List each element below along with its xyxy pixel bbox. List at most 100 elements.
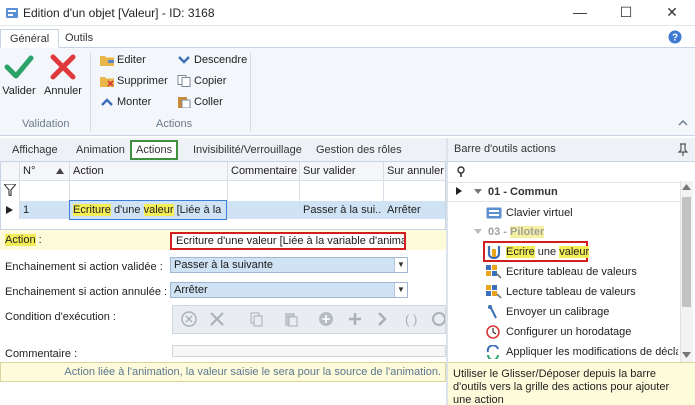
clock-icon <box>486 325 500 339</box>
action-value-field[interactable]: Ecriture d'une valeur [Liée à la variabl… <box>170 232 406 250</box>
chevron-down-icon: ▼ <box>394 258 407 272</box>
move-up-button[interactable]: Monter <box>100 92 151 112</box>
item-label: Lecture tableau de valeurs <box>506 286 636 298</box>
parentheses-icon[interactable]: ( ) <box>405 312 417 327</box>
chevron-down-icon: ▼ <box>394 283 407 297</box>
copy-icon <box>177 75 191 88</box>
row-number: 1 <box>23 204 30 216</box>
toolbox-hint-area: Utiliser le Glisser/Déposer depuis la ba… <box>448 362 695 405</box>
search-icon[interactable] <box>456 166 466 178</box>
col-header-comment[interactable]: Commentaire <box>231 162 297 180</box>
edit-label: Editer <box>117 54 146 66</box>
action-label: Action : <box>5 234 42 246</box>
item-horodatage[interactable]: Configurer un horodatage <box>486 322 631 342</box>
pin-icon[interactable] <box>677 143 689 157</box>
collapse-ribbon-icon[interactable] <box>677 118 689 128</box>
group-commun[interactable]: 01 - Commun <box>488 186 558 198</box>
delete-button[interactable]: Supprimer <box>100 71 168 91</box>
item-clavier-virtuel[interactable]: Clavier virtuel <box>486 203 573 223</box>
row-action[interactable]: Ecriture d'une valeur [Liée à la <box>73 201 225 219</box>
paste-icon <box>178 97 191 109</box>
tab-gestion-roles[interactable]: Gestion des rôles <box>314 140 404 160</box>
close-button[interactable]: ✕ <box>649 0 695 26</box>
chevron-down-icon[interactable] <box>474 229 482 235</box>
copy-icon[interactable] <box>250 312 263 327</box>
ribbon-separator <box>250 52 251 132</box>
chevron-down-icon[interactable] <box>474 189 482 195</box>
maximize-button[interactable]: ☐ <box>603 0 649 26</box>
edit-button[interactable]: Editer <box>100 50 146 70</box>
cancel-button[interactable]: Annuler <box>44 52 82 106</box>
item-label: Appliquer les modifications de déclar <box>506 346 678 358</box>
scroll-up-icon[interactable] <box>682 184 691 190</box>
cancel-label: Annuler <box>44 85 82 97</box>
checkmark-icon <box>4 55 34 79</box>
chain-cancel-value: Arrêter <box>174 284 208 296</box>
plus-icon[interactable] <box>349 313 361 325</box>
item-label: Ecriture tableau de valeurs <box>506 266 637 278</box>
paste-icon[interactable] <box>285 313 298 327</box>
chain-cancel-select[interactable]: Arrêter ▼ <box>170 282 408 298</box>
group-piloter[interactable]: 03 - Piloter <box>488 226 545 238</box>
row-on-cancel: Arrêter <box>387 204 421 216</box>
clear-icon[interactable] <box>181 311 197 327</box>
row-pointer-icon <box>6 206 13 214</box>
tab-animation[interactable]: Animation <box>74 140 127 160</box>
svg-text:?: ? <box>672 33 678 44</box>
validate-button[interactable]: Valider <box>2 52 36 106</box>
settings-icon[interactable] <box>432 312 446 326</box>
delete-icon[interactable] <box>210 312 224 326</box>
item-appliquer-modifications[interactable]: Appliquer les modifications de déclar <box>486 342 678 362</box>
scroll-down-icon[interactable] <box>682 352 691 358</box>
copy-button[interactable]: Copier <box>177 71 226 91</box>
tab-invisibilite[interactable]: Invisibilité/Verrouillage <box>191 140 304 160</box>
title-bar: Edition d'un objet [Valeur] - ID: 3168 —… <box>0 0 695 26</box>
status-text: Action liée à l'animation, la valeur sai… <box>64 366 441 378</box>
col-header-on-validate[interactable]: Sur valider <box>303 162 356 180</box>
sort-asc-icon <box>56 168 64 174</box>
object-tabs: Affichage Animation Actions Invisibilité… <box>0 138 446 162</box>
tab-affichage[interactable]: Affichage <box>10 140 60 160</box>
ribbon-tab-bar: Général Outils ? <box>0 26 695 48</box>
item-envoyer-calibrage[interactable]: Envoyer un calibrage <box>486 302 609 322</box>
tab-general[interactable]: Général <box>0 29 60 48</box>
comment-input[interactable] <box>172 345 446 357</box>
filter-icon[interactable] <box>4 184 16 196</box>
scrollbar-thumb[interactable] <box>682 197 691 307</box>
paste-button[interactable]: Coller <box>177 92 223 112</box>
ribbon: Valider Annuler Validation Editer Suppri… <box>0 48 695 136</box>
help-icon[interactable]: ? <box>668 30 682 44</box>
col-header-number[interactable]: N° <box>23 162 35 180</box>
move-up-label: Monter <box>117 96 152 108</box>
minimize-button[interactable]: — <box>557 0 603 26</box>
svg-text:( ): ( ) <box>405 312 417 327</box>
chevron-right-icon[interactable] <box>378 312 387 326</box>
item-ecriture-tableau[interactable]: Ecriture tableau de valeurs <box>486 262 637 282</box>
col-header-action[interactable]: Action <box>73 162 104 180</box>
folder-delete-icon <box>100 77 114 88</box>
read-table-icon <box>486 285 502 299</box>
actions-group-label: Actions <box>156 118 193 130</box>
move-down-label: Descendre <box>194 54 248 66</box>
tab-actions[interactable]: Actions <box>130 140 179 160</box>
keyboard-icon <box>486 207 502 219</box>
col-header-on-cancel[interactable]: Sur annuler <box>387 162 444 180</box>
app-icon <box>6 8 18 18</box>
item-label: Clavier virtuel <box>506 207 573 219</box>
row-pointer-icon <box>456 187 462 195</box>
add-circle-icon[interactable] <box>319 312 333 326</box>
tab-outils[interactable]: Outils <box>56 29 102 48</box>
item-lecture-tableau[interactable]: Lecture tableau de valeurs <box>486 282 636 302</box>
chevron-down-icon <box>178 56 190 64</box>
grid-header <box>1 162 445 181</box>
toolbox-hint: Utiliser le Glisser/Déposer depuis la ba… <box>453 368 670 405</box>
toolbox-header: Barre d'outils actions <box>448 138 695 162</box>
status-bar: Action liée à l'animation, la valeur sai… <box>0 362 446 382</box>
apply-icon <box>486 344 499 362</box>
calibration-icon <box>488 305 497 319</box>
search-divider <box>448 182 680 183</box>
move-down-button[interactable]: Descendre <box>177 50 247 70</box>
row-on-validate: Passer à la sui... <box>303 204 381 216</box>
chain-valid-select[interactable]: Passer à la suivante ▼ <box>170 257 408 273</box>
item-ecrire-valeur[interactable]: Ecrire une valeur <box>486 242 590 262</box>
